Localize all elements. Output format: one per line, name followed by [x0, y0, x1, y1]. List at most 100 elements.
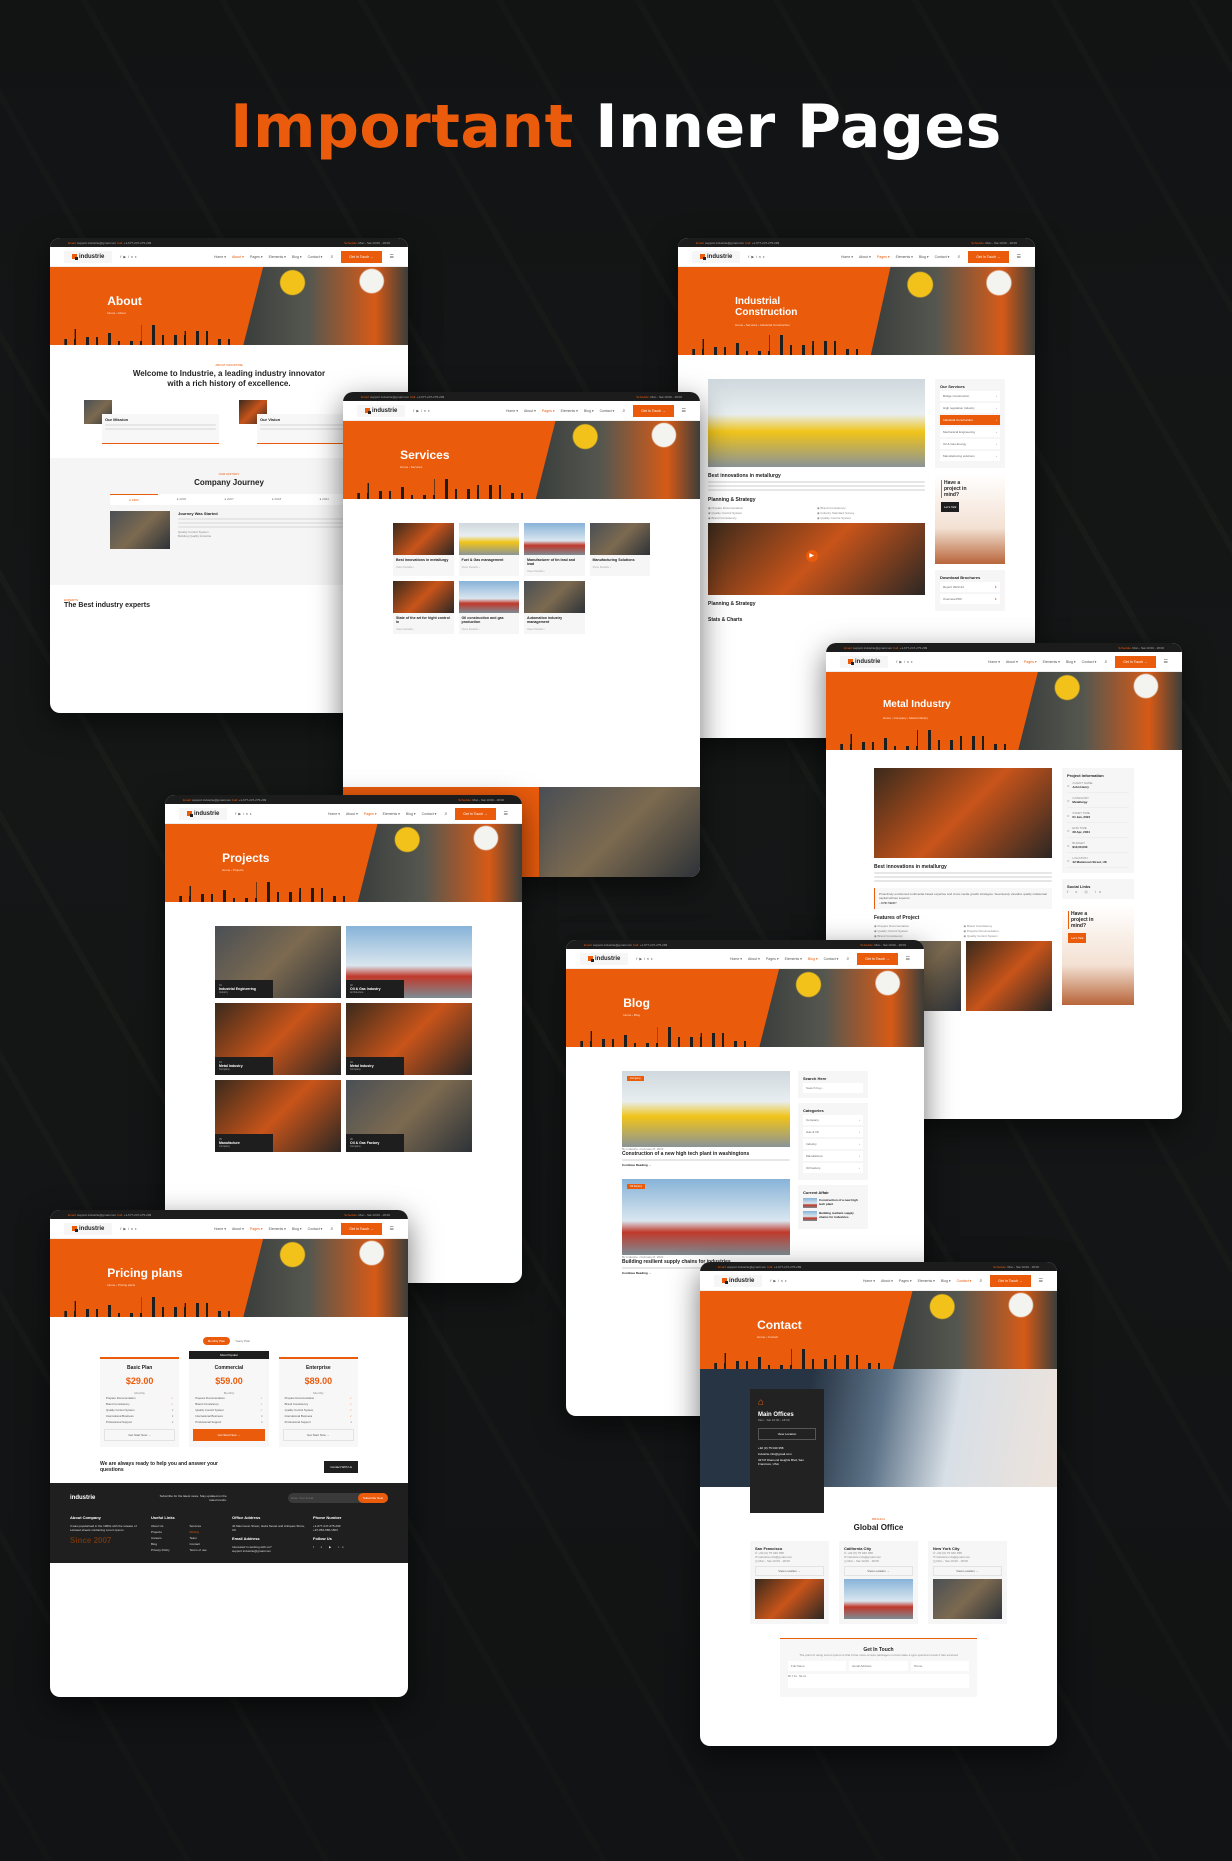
logo[interactable]: industrie: [179, 807, 228, 820]
get-in-touch-button[interactable]: Get In Touch →: [968, 250, 1009, 263]
project-card[interactable]: 04 Metal Industry Company: [346, 1003, 472, 1075]
view-location-button[interactable]: View Location →: [755, 1565, 824, 1576]
continue-reading-link[interactable]: Continue Reading →: [622, 1163, 790, 1167]
footer-link[interactable]: Blog: [151, 1542, 188, 1546]
footer-link[interactable]: Terms of use: [190, 1548, 227, 1552]
menu-grid-icon[interactable]: ☰: [906, 956, 910, 962]
service-link[interactable]: View Details ›: [459, 627, 520, 634]
sidebar-item[interactable]: Industrial Construction ›: [940, 415, 1000, 425]
footer-link[interactable]: Team: [190, 1536, 227, 1540]
linkedin-icon[interactable]: in: [421, 409, 428, 413]
linkedin-icon[interactable]: in: [128, 255, 135, 259]
x-icon[interactable]: x: [135, 255, 139, 259]
menu-grid-icon[interactable]: ☰: [682, 408, 686, 414]
footer-link[interactable]: Services: [190, 1524, 227, 1528]
linkedin-icon[interactable]: in: [904, 660, 911, 664]
nav-item-about[interactable]: About ▾: [232, 1227, 244, 1231]
x-icon[interactable]: x: [250, 812, 254, 816]
nav-item-home[interactable]: Home ▾: [988, 660, 1000, 664]
nav-item-about[interactable]: About ▾: [524, 409, 536, 413]
x-icon[interactable]: x: [135, 1227, 139, 1231]
logo[interactable]: industrie: [692, 250, 741, 263]
nav-item-pages[interactable]: Pages ▾: [250, 1227, 263, 1231]
project-card[interactable]: 03 Metal Industry Company: [215, 1003, 341, 1075]
view-location-button[interactable]: View Location →: [933, 1565, 1002, 1576]
service-link[interactable]: View Details ›: [459, 565, 520, 572]
email-text[interactable]: support.industrie@gmail.com: [370, 395, 410, 399]
phone-text[interactable]: +1-677-247-275-299: [417, 395, 444, 399]
nav-item-blog[interactable]: Blog ▾: [1066, 660, 1076, 664]
nav-item-contact[interactable]: Contact ▾: [935, 255, 950, 259]
search-icon[interactable]: ⌕: [330, 1226, 333, 1232]
project-card[interactable]: 01 Industrial Engineering Industry: [215, 926, 341, 998]
project-card[interactable]: 02 Oil & Gas Industry Architecture: [346, 926, 472, 998]
sidebar-item[interactable]: Manufacturing solutions ›: [940, 451, 1000, 461]
nav-item-pages[interactable]: Pages ▾: [766, 957, 779, 961]
phone-text[interactable]: +1-677-247-275-299: [900, 646, 927, 650]
category-item[interactable]: Manufacture ›: [803, 1151, 863, 1161]
nav-item-home[interactable]: Home ▾: [506, 409, 518, 413]
nav-item-home[interactable]: Home ▾: [214, 1227, 226, 1231]
x-icon[interactable]: x: [428, 409, 432, 413]
nav-item-elements[interactable]: Elements ▾: [561, 409, 578, 413]
nav-item-home[interactable]: Home ▾: [863, 1279, 875, 1283]
email-input[interactable]: [849, 1660, 908, 1671]
search-icon[interactable]: ⌕: [979, 1278, 982, 1284]
email-text[interactable]: support.industrie@gmail.com: [705, 241, 745, 245]
nav-item-about[interactable]: About ▾: [232, 255, 244, 259]
sidebar-item[interactable]: High regulation Industry ›: [940, 403, 1000, 413]
contact-with-us-button[interactable]: Contact With Us: [324, 1461, 358, 1473]
email-text[interactable]: support.industrie@gmail.com: [727, 1265, 767, 1269]
get-in-touch-button[interactable]: Get In Touch →: [1115, 655, 1156, 668]
get-in-touch-button[interactable]: Get In Touch →: [341, 250, 382, 263]
linkedin-icon[interactable]: in: [778, 1279, 785, 1283]
email-text[interactable]: support.industrie@gmail.com: [593, 943, 633, 947]
phone-text[interactable]: +1-677-247-275-299: [124, 241, 151, 245]
get-in-touch-button[interactable]: Get In Touch →: [455, 807, 496, 820]
logo[interactable]: industrie: [840, 655, 889, 668]
category-tag[interactable]: Company: [627, 1076, 644, 1081]
service-card[interactable]: Automation industry management View Detai…: [524, 581, 585, 634]
phone-text[interactable]: +1-677-247-275-299: [640, 943, 667, 947]
video-thumbnail[interactable]: ▶: [708, 523, 925, 595]
nav-item-pages[interactable]: Pages ▾: [877, 255, 890, 259]
menu-grid-icon[interactable]: ☰: [1017, 254, 1021, 260]
nav-item-elements[interactable]: Elements ▾: [785, 957, 802, 961]
contact-page-card[interactable]: Email: support.industrie@gmail.com Call:…: [700, 1262, 1057, 1746]
sidebar-item[interactable]: Mechanical Engineering ›: [940, 427, 1000, 437]
linkedin-icon[interactable]: in: [243, 812, 250, 816]
nav-item-home[interactable]: Home ▾: [328, 812, 340, 816]
footer-link[interactable]: About Us: [151, 1524, 188, 1528]
search-icon[interactable]: ⌕: [1104, 659, 1107, 665]
linkedin-icon[interactable]: in: [756, 255, 763, 259]
footer-link[interactable]: Privacy Policy: [151, 1548, 188, 1552]
x-icon[interactable]: x: [763, 255, 767, 259]
nav-item-pages[interactable]: Pages ▾: [899, 1279, 912, 1283]
nav-item-pages[interactable]: Pages ▾: [250, 255, 263, 259]
search-icon[interactable]: ⌕: [622, 408, 625, 414]
search-icon[interactable]: ⌕: [444, 811, 447, 817]
logo[interactable]: industrie: [580, 952, 629, 965]
service-card[interactable]: Fuel & Gas management View Details ›: [458, 523, 520, 576]
year-tab[interactable]: ● 2002: [158, 494, 206, 505]
menu-grid-icon[interactable]: ☰: [1039, 1278, 1043, 1284]
service-link[interactable]: View Details ›: [590, 565, 651, 572]
footer-link[interactable]: Projects: [151, 1530, 188, 1534]
category-item[interactable]: Gas & Oil ›: [803, 1127, 863, 1137]
menu-grid-icon[interactable]: ☰: [390, 254, 394, 260]
year-tab[interactable]: ● 2007: [205, 494, 253, 505]
nav-item-elements[interactable]: Elements ▾: [269, 255, 286, 259]
play-icon[interactable]: ▶: [805, 550, 818, 563]
nav-item-blog[interactable]: Blog ▾: [406, 812, 416, 816]
phone-text[interactable]: +1-677-247-275-299: [774, 1265, 801, 1269]
full-name-input[interactable]: [788, 1660, 847, 1671]
get-in-touch-button[interactable]: Get In Touch →: [857, 952, 898, 965]
get-in-touch-button[interactable]: Get In Touch →: [341, 1222, 382, 1235]
logo[interactable]: industrie: [64, 1222, 113, 1235]
blog-post[interactable]: Company By Industrie • February 8, 2024 Co…: [622, 1071, 790, 1167]
nav-item-about[interactable]: About ▾: [748, 957, 760, 961]
logo[interactable]: industrie: [64, 250, 113, 263]
service-card[interactable]: Best innovations in metallurgy View Detai…: [393, 523, 454, 576]
logo[interactable]: industrie: [714, 1274, 763, 1287]
year-tab[interactable]: ● 2024: [300, 494, 348, 505]
